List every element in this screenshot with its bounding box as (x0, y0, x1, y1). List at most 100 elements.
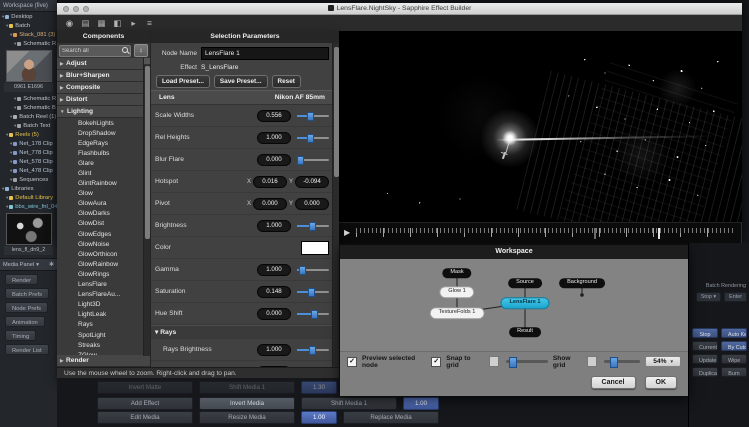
media-panel-caret-icon[interactable]: ▾ (36, 262, 39, 268)
slider-handle[interactable] (307, 134, 314, 143)
grid-slider-box[interactable] (489, 356, 499, 367)
host-button-invert-media[interactable]: Invert Media (199, 397, 295, 410)
zoom-slider-box[interactable] (587, 356, 597, 367)
slider-handle[interactable] (309, 222, 316, 231)
graph-node-mask[interactable]: Mask (442, 268, 471, 278)
ok-button[interactable]: OK (645, 376, 678, 389)
zoom-slider[interactable] (604, 360, 640, 363)
graph-node-result[interactable]: Result (509, 327, 541, 337)
tree-caret-icon[interactable]: ▾ (10, 114, 12, 120)
component-item[interactable]: SpotLight (57, 330, 150, 340)
category-composite[interactable]: ▶Composite (57, 82, 150, 94)
param-slider[interactable] (297, 115, 329, 117)
grid-size-slider[interactable] (506, 360, 548, 363)
param-slider[interactable] (297, 137, 329, 139)
numeric-field[interactable]: 1.00 (301, 411, 337, 424)
param-slider[interactable] (297, 291, 329, 293)
category-caret-icon[interactable]: ▶ (60, 61, 64, 67)
tree-item[interactable]: ▾Schematic R (0, 94, 57, 103)
tree-item[interactable]: ▾Schematic R (0, 39, 57, 48)
tree-caret-icon[interactable]: ▾ (14, 41, 16, 47)
component-item[interactable]: Flashbulbs (57, 148, 150, 158)
category-caret-icon[interactable]: ▶ (60, 85, 64, 91)
tree-item[interactable]: ▾Default Library (0, 193, 57, 202)
category-distort[interactable]: ▶Distort (57, 94, 150, 106)
slider-handle[interactable] (299, 266, 306, 275)
snap-to-grid-checkbox[interactable]: ✓ (431, 357, 441, 367)
gear-icon[interactable]: ✱ (49, 261, 54, 268)
export-icon[interactable]: ▸ (128, 18, 139, 29)
host-button-update[interactable]: Update (692, 354, 718, 364)
component-item[interactable]: Rays (57, 320, 150, 330)
tree-item[interactable]: ▾Desktop (0, 12, 57, 21)
tree-caret-icon[interactable]: ▾ (14, 96, 16, 102)
preview-selected-node-checkbox[interactable]: ✓ (347, 357, 357, 367)
slider-handle[interactable] (307, 112, 314, 121)
value-field[interactable]: 1.000 (257, 344, 291, 356)
host-button-duplicate[interactable]: Duplicate (692, 367, 718, 377)
open-icon[interactable]: ▦ (96, 18, 107, 29)
tree-caret-icon[interactable]: ▾ (2, 186, 4, 192)
category-lighting[interactable]: ▼Lighting (57, 106, 150, 118)
value-field[interactable]: 0.000 (257, 308, 291, 320)
tree-caret-icon[interactable]: ▾ (6, 23, 8, 29)
host-button-timing[interactable]: Timing (5, 330, 36, 341)
host-button-node-prefs[interactable]: Node Prefs (5, 302, 48, 313)
component-item[interactable]: GlowEdges (57, 229, 150, 239)
slider-handle[interactable] (297, 156, 304, 165)
host-button-stop[interactable]: Stop (692, 328, 718, 338)
host-button-current-[interactable]: Current ▾ (692, 341, 718, 351)
tree-item[interactable]: ▾Batch (0, 21, 57, 30)
search-input[interactable] (59, 45, 131, 57)
tree-caret-icon[interactable]: ▾ (6, 195, 8, 201)
video-preview[interactable] (338, 31, 742, 222)
timeline[interactable]: ▶ (338, 222, 741, 243)
tree-item[interactable]: ▾Libraries (0, 184, 57, 193)
component-item[interactable]: LightLeak (57, 310, 150, 320)
tree-item[interactable]: ▾Stack_081 (3) (0, 30, 57, 39)
host-button-by-cutout[interactable]: By Cutout (721, 341, 747, 351)
tree-caret-icon[interactable]: ▾ (6, 204, 8, 210)
section-rays[interactable]: ▾ Rays (151, 325, 333, 339)
tree-item[interactable]: ▾Schematic B (0, 103, 57, 112)
host-button-wipe[interactable]: Wipe (721, 354, 747, 364)
graph-node-background[interactable]: Background (559, 278, 605, 288)
tree-item[interactable]: ▾Batch Reel (1) (0, 112, 57, 121)
param-slider[interactable] (297, 349, 329, 351)
component-item[interactable]: GlowDarks (57, 209, 150, 219)
category-caret-icon[interactable]: ▼ (60, 109, 65, 114)
category-adjust[interactable]: ▶Adjust (57, 58, 150, 70)
tree-item[interactable]: ▾Sequences (0, 175, 57, 184)
host-button-edit-media[interactable]: Edit Media (97, 411, 193, 424)
host-button-render-list[interactable]: Render List (5, 344, 49, 355)
cancel-button[interactable]: Cancel (591, 376, 636, 389)
component-item[interactable]: Glare (57, 158, 150, 168)
tree-caret-icon[interactable]: ▾ (14, 123, 16, 129)
color-swatch[interactable] (301, 241, 329, 255)
component-item[interactable]: Glint (57, 168, 150, 178)
host-button-resize-media[interactable]: Resize Media (199, 411, 295, 424)
numeric-field[interactable]: 1.00 (403, 397, 439, 410)
tree-item[interactable]: ▾Net_578 Clip (0, 157, 57, 166)
numeric-field[interactable]: 1.30 (301, 381, 337, 394)
category-caret-icon[interactable]: ▶ (60, 97, 64, 103)
value-field[interactable]: 1.000 (257, 264, 291, 276)
component-item[interactable]: GlowAura (57, 199, 150, 209)
param-slider[interactable] (297, 225, 329, 227)
tree-item[interactable]: ▾Net_778 Clip (0, 148, 57, 157)
tree-caret-icon[interactable]: ▾ (10, 32, 12, 38)
tree-caret-icon[interactable]: ▾ (10, 141, 12, 147)
graph-node-source[interactable]: Source (508, 278, 542, 288)
tree-caret-icon[interactable]: ▾ (10, 177, 12, 183)
value-field[interactable]: 0.148 (257, 286, 291, 298)
slider-handle[interactable] (311, 310, 318, 319)
component-item[interactable]: Light3D (57, 300, 150, 310)
component-item[interactable]: Streaks (57, 340, 150, 350)
clip-thumbnail[interactable] (6, 213, 52, 245)
tree-item[interactable]: ▾Reels (5) (0, 130, 57, 139)
tree-item[interactable]: ▾Net_478 Clip (0, 166, 57, 175)
value-field[interactable]: 1.000 (257, 132, 291, 144)
window-titlebar[interactable]: LensFlare.NightSky - Sapphire Effect Bui… (57, 3, 742, 15)
graph-node-lensflare-1[interactable]: LensFlare 1 (500, 297, 549, 309)
workspace-header[interactable]: Workspace (340, 245, 688, 259)
